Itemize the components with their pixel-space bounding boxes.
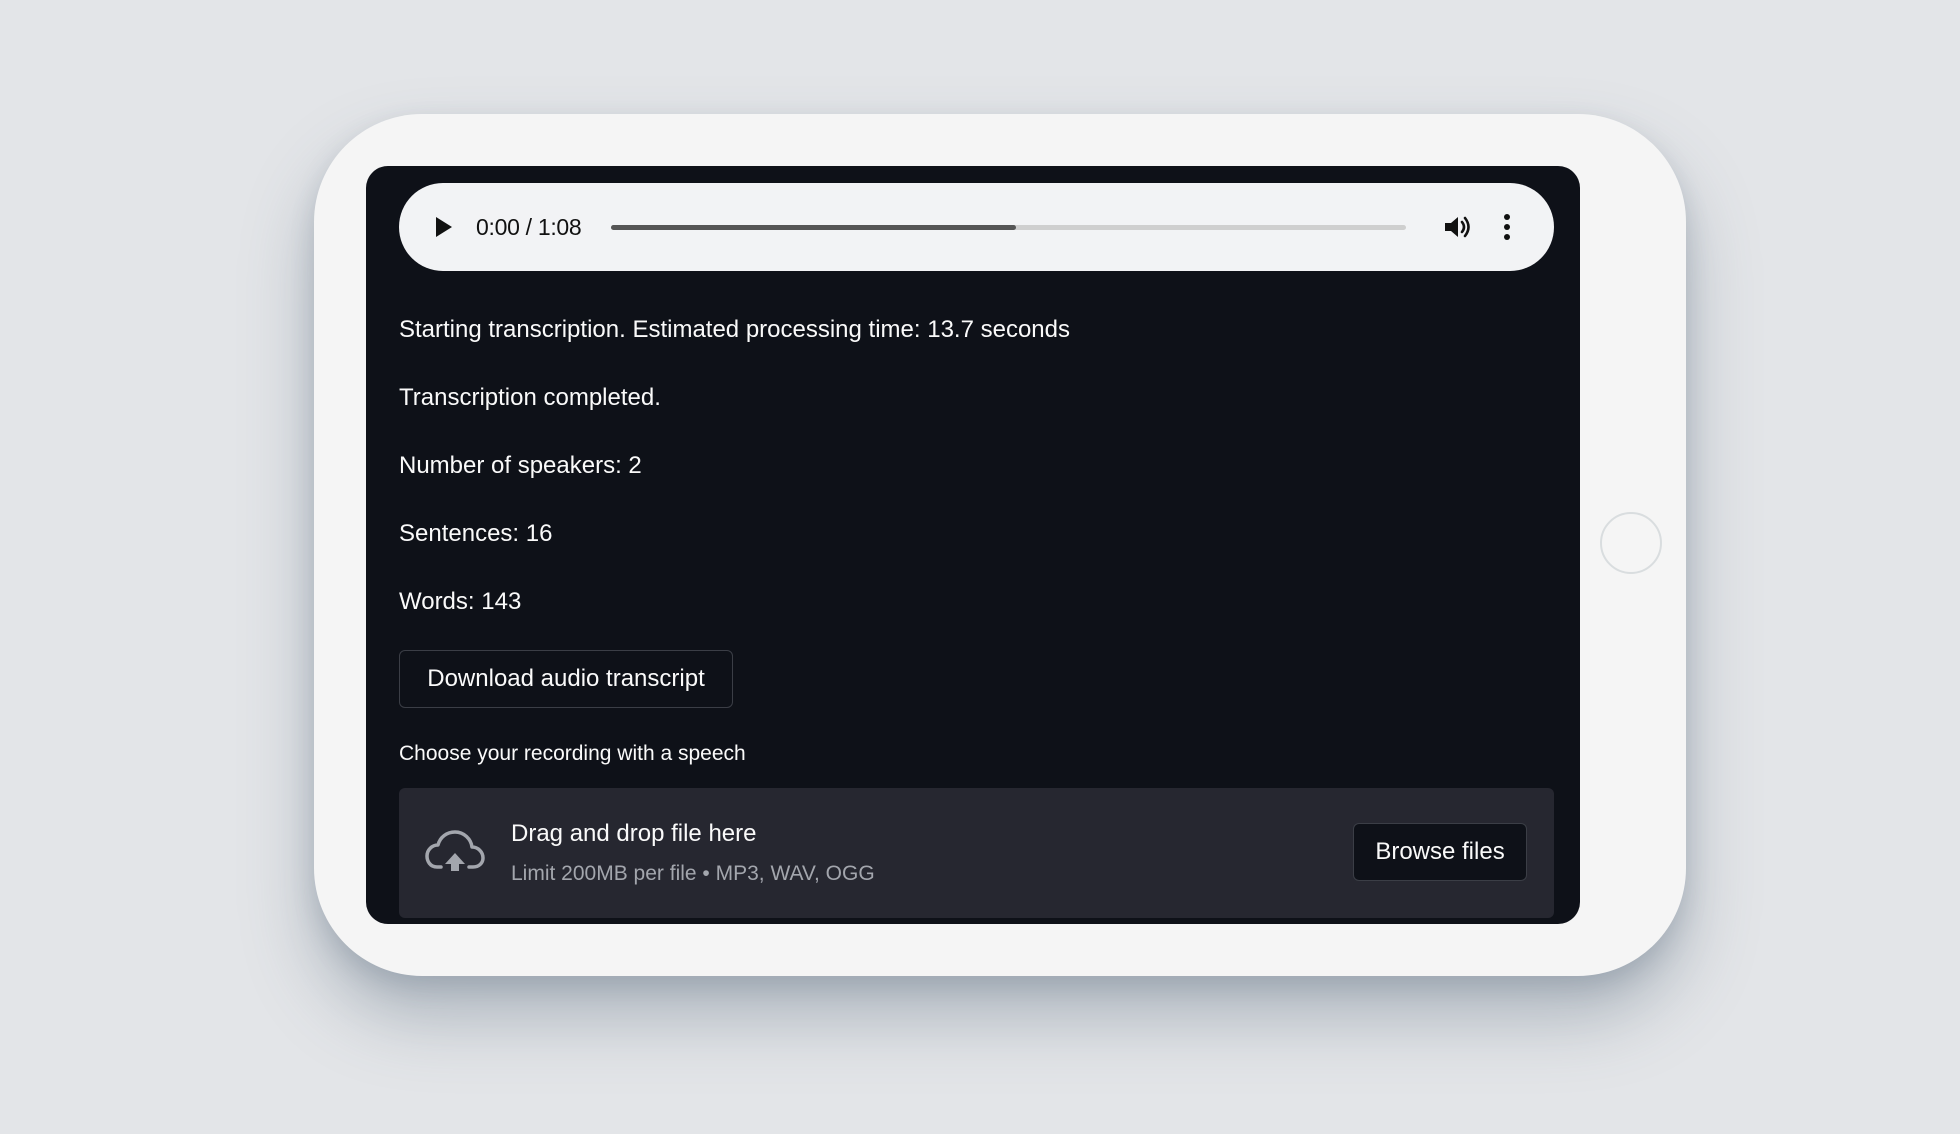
more-options-button[interactable]: [1497, 211, 1517, 243]
file-dropzone[interactable]: Drag and drop file here Limit 200MB per …: [399, 788, 1554, 918]
status-words: Words: 143: [399, 588, 522, 615]
volume-button[interactable]: [1441, 211, 1473, 243]
cloud-upload-icon: [425, 830, 485, 871]
status-sentences: Sentences: 16: [399, 520, 553, 547]
dropzone-title: Drag and drop file here: [511, 820, 757, 847]
more-vertical-icon: [1504, 214, 1510, 240]
browse-files-button[interactable]: Browse files: [1353, 823, 1527, 881]
status-estimate: Starting transcription. Estimated proces…: [399, 316, 1070, 343]
download-transcript-button[interactable]: Download audio transcript: [399, 650, 733, 708]
home-button[interactable]: [1600, 512, 1662, 574]
seek-progress: [611, 225, 1017, 230]
status-completed: Transcription completed.: [399, 384, 661, 411]
time-display: 0:00 / 1:08: [476, 214, 582, 240]
seek-slider[interactable]: [611, 225, 1406, 230]
uploader-label: Choose your recording with a speech: [399, 742, 746, 765]
volume-icon: [1445, 216, 1470, 238]
play-icon: [436, 217, 452, 237]
status-speakers: Number of speakers: 2: [399, 452, 642, 479]
app-screen: 0:00 / 1:08 Starting transcription. Esti…: [366, 166, 1580, 924]
audio-player: 0:00 / 1:08: [399, 183, 1554, 271]
dropzone-limit: Limit 200MB per file • MP3, WAV, OGG: [511, 862, 875, 885]
play-button[interactable]: [429, 213, 457, 241]
